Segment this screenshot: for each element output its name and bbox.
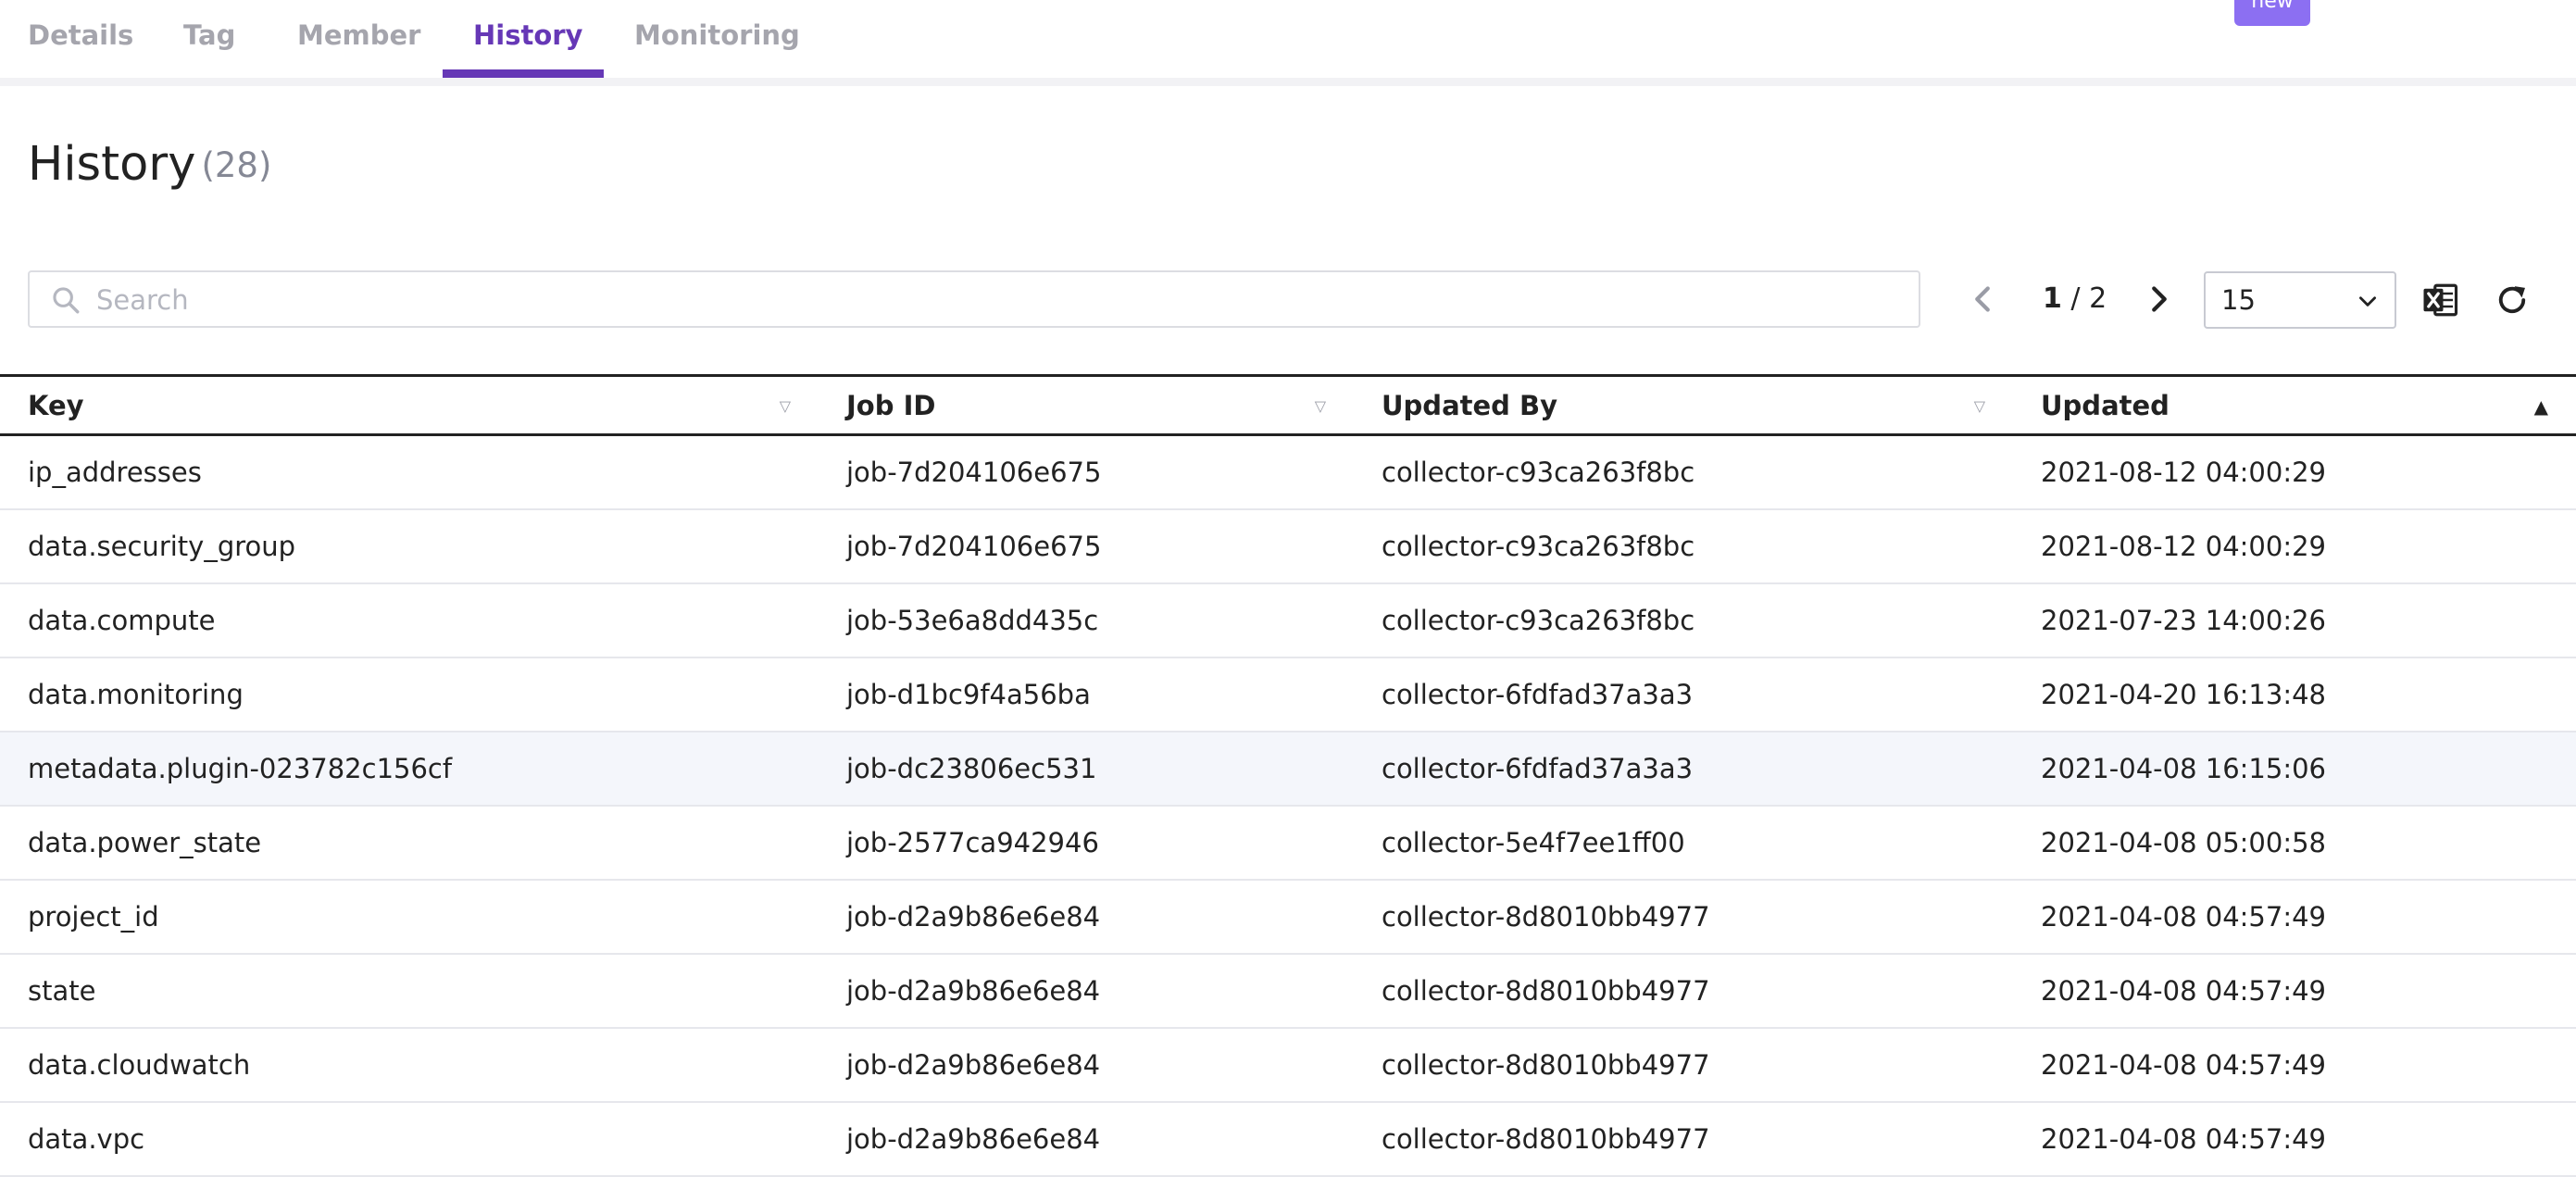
sort-icon[interactable]: ▽ bbox=[1974, 397, 1985, 415]
history-count: (28) bbox=[201, 145, 272, 185]
cell-updated-by: collector-c93ca263f8bc bbox=[1382, 530, 1695, 562]
cell-updated: 2021-04-20 16:13:48 bbox=[2041, 678, 2326, 710]
tab-tag[interactable]: Tag bbox=[183, 0, 235, 78]
cell-updated: 2021-04-08 05:00:58 bbox=[2041, 826, 2326, 858]
cell-updated: 2021-04-08 04:57:49 bbox=[2041, 1122, 2326, 1155]
cell-job-id: job-d2a9b86e6e84 bbox=[846, 1122, 1101, 1155]
tab-bar: Details Tag Member History Monitoring bbox=[0, 0, 2576, 86]
table-row[interactable]: project_id job-d2a9b86e6e84 collector-8d… bbox=[0, 880, 2576, 954]
table-header-row: Key ▽ Job ID ▽ Updated By ▽ Updated ▲ bbox=[0, 375, 2576, 435]
column-header-job-id[interactable]: Job ID ▽ bbox=[819, 376, 1354, 435]
cell-updated: 2021-04-08 04:57:49 bbox=[2041, 974, 2326, 1007]
search-icon bbox=[53, 287, 80, 314]
cell-job-id: job-53e6a8dd435c bbox=[846, 604, 1099, 636]
table-row[interactable]: data.compute job-53e6a8dd435c collector-… bbox=[0, 583, 2576, 657]
cell-updated: 2021-08-12 04:00:29 bbox=[2041, 456, 2326, 488]
cell-job-id: job-7d204106e675 bbox=[846, 530, 1102, 562]
sort-ascending-icon[interactable]: ▲ bbox=[2534, 395, 2548, 418]
active-tab-indicator bbox=[443, 69, 604, 78]
cell-key: project_id bbox=[28, 900, 159, 933]
page-separator: / bbox=[2061, 282, 2090, 315]
column-header-label: Updated bbox=[2041, 389, 2170, 421]
cell-job-id: job-d2a9b86e6e84 bbox=[846, 900, 1101, 933]
cell-updated-by: collector-6fdfad37a3a3 bbox=[1382, 678, 1694, 710]
table-row[interactable]: data.monitoring job-d1bc9f4a56ba collect… bbox=[0, 657, 2576, 732]
table-row[interactable]: data.vpc job-d2a9b86e6e84 collector-8d80… bbox=[0, 1102, 2576, 1176]
cell-key: ip_addresses bbox=[28, 456, 202, 488]
table-row[interactable]: state job-d2a9b86e6e84 collector-8d8010b… bbox=[0, 954, 2576, 1028]
tab-monitoring[interactable]: Monitoring bbox=[634, 0, 800, 78]
page-size-select[interactable]: 15 bbox=[2204, 271, 2396, 329]
page-indicator: 1 / 2 bbox=[2043, 282, 2107, 315]
page-size-value: 15 bbox=[2221, 284, 2256, 316]
tab-history[interactable]: History bbox=[473, 0, 582, 78]
cell-job-id: job-7d204106e675 bbox=[846, 456, 1102, 488]
cell-job-id: job-dc23806ec531 bbox=[846, 752, 1097, 784]
column-header-label: Job ID bbox=[846, 389, 936, 421]
cell-key: data.cloudwatch bbox=[28, 1048, 251, 1081]
column-header-updated-by[interactable]: Updated By ▽ bbox=[1354, 376, 2013, 435]
cell-key: metadata.plugin-023782c156cf bbox=[28, 752, 453, 784]
cell-updated-by: collector-5e4f7ee1ff00 bbox=[1382, 826, 1685, 858]
tab-member[interactable]: Member bbox=[297, 0, 420, 78]
cell-job-id: job-d2a9b86e6e84 bbox=[846, 974, 1101, 1007]
page-title-text: History bbox=[28, 137, 196, 192]
table-row[interactable]: data.security_group job-7d204106e675 col… bbox=[0, 509, 2576, 583]
cell-updated-by: collector-c93ca263f8bc bbox=[1382, 604, 1695, 636]
cell-key: data.compute bbox=[28, 604, 216, 636]
refresh-icon[interactable] bbox=[2493, 281, 2532, 319]
cell-key: state bbox=[28, 974, 96, 1007]
column-header-label: Key bbox=[28, 389, 84, 421]
sort-icon[interactable]: ▽ bbox=[780, 397, 791, 415]
table-row-hovered[interactable]: metadata.plugin-023782c156cf job-dc23806… bbox=[0, 731, 2576, 806]
current-page: 1 bbox=[2043, 282, 2062, 315]
cell-updated: 2021-04-08 16:15:06 bbox=[2041, 752, 2326, 784]
search-input[interactable] bbox=[94, 278, 1894, 322]
page-title: History (28) bbox=[28, 137, 271, 192]
new-badge: new bbox=[2234, 0, 2310, 26]
cell-updated-by: collector-6fdfad37a3a3 bbox=[1382, 752, 1694, 784]
cell-key: data.security_group bbox=[28, 530, 296, 562]
column-header-updated[interactable]: Updated ▲ bbox=[2013, 376, 2576, 435]
search-box[interactable] bbox=[28, 270, 1920, 328]
cell-job-id: job-d2a9b86e6e84 bbox=[846, 1048, 1101, 1081]
table-row[interactable]: data.power_state job-2577ca942946 collec… bbox=[0, 806, 2576, 880]
cell-key: data.power_state bbox=[28, 826, 262, 858]
chevron-down-icon bbox=[2359, 296, 2376, 307]
cell-updated-by: collector-8d8010bb4977 bbox=[1382, 900, 1710, 933]
total-pages: 2 bbox=[2089, 282, 2107, 315]
cell-job-id: job-2577ca942946 bbox=[846, 826, 1099, 858]
tab-details[interactable]: Details bbox=[28, 0, 133, 78]
excel-export-icon[interactable] bbox=[2420, 281, 2459, 319]
column-header-key[interactable]: Key ▽ bbox=[0, 376, 819, 435]
cell-updated-by: collector-8d8010bb4977 bbox=[1382, 1048, 1710, 1081]
cell-updated: 2021-08-12 04:00:29 bbox=[2041, 530, 2326, 562]
cell-updated: 2021-04-08 04:57:49 bbox=[2041, 900, 2326, 933]
column-header-label: Updated By bbox=[1382, 389, 1558, 421]
table-row[interactable]: data.cloudwatch job-d2a9b86e6e84 collect… bbox=[0, 1028, 2576, 1102]
table-row[interactable]: ip_addresses job-7d204106e675 collector-… bbox=[0, 435, 2576, 509]
sort-icon[interactable]: ▽ bbox=[1315, 397, 1326, 415]
cell-job-id: job-d1bc9f4a56ba bbox=[846, 678, 1091, 710]
cell-updated-by: collector-8d8010bb4977 bbox=[1382, 974, 1710, 1007]
cell-updated-by: collector-c93ca263f8bc bbox=[1382, 456, 1695, 488]
cell-key: data.monitoring bbox=[28, 678, 244, 710]
new-badge-label: new bbox=[2251, 0, 2294, 13]
history-table: Key ▽ Job ID ▽ Updated By ▽ Updated ▲ ip_add… bbox=[0, 374, 2576, 1177]
chevron-left-icon[interactable] bbox=[1961, 278, 2004, 320]
cell-updated: 2021-04-08 04:57:49 bbox=[2041, 1048, 2326, 1081]
cell-updated-by: collector-8d8010bb4977 bbox=[1382, 1122, 1710, 1155]
cell-key: data.vpc bbox=[28, 1122, 145, 1155]
cell-updated: 2021-07-23 14:00:26 bbox=[2041, 604, 2326, 636]
chevron-right-icon[interactable] bbox=[2138, 278, 2181, 320]
